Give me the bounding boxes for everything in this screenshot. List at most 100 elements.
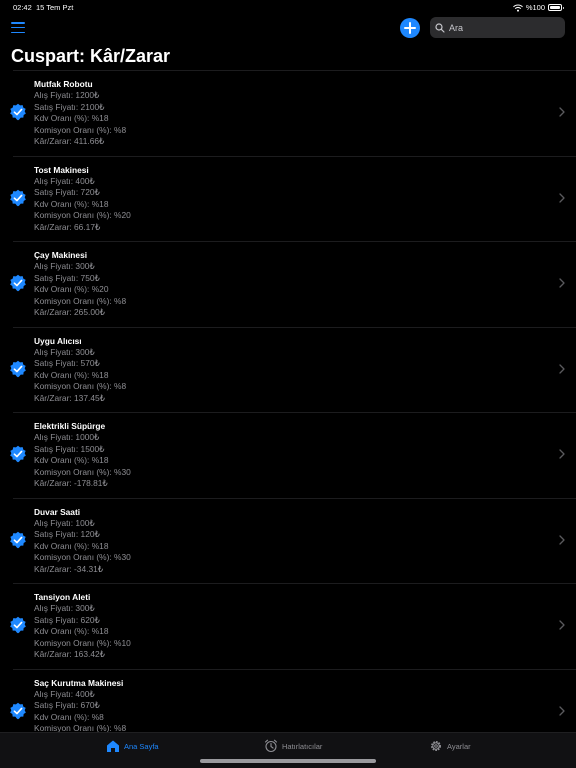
item-alis: Alış Fiyatı: 100₺ bbox=[34, 517, 95, 528]
search-bar[interactable] bbox=[430, 17, 565, 38]
item-alis: Alış Fiyatı: 300₺ bbox=[34, 346, 95, 357]
home-icon bbox=[107, 740, 119, 752]
item-name: Duvar Saati bbox=[34, 506, 81, 517]
item-details: Çay Makinesi Alış Fiyatı: 300₺ Satış Fiyat… bbox=[34, 250, 126, 318]
item-komisyon: Komisyon Oranı (%): %20 bbox=[34, 210, 131, 221]
chevron-right-icon bbox=[559, 192, 565, 203]
navigation-bar bbox=[0, 14, 576, 44]
item-name: Uygu Alıcısı bbox=[34, 335, 82, 346]
menu-icon-line bbox=[11, 26, 25, 29]
status-indicators: %100 bbox=[512, 3, 564, 12]
item-satis: Satış Fiyatı: 1500₺ bbox=[34, 443, 105, 454]
list-item[interactable]: Mutfak Robotu Alış Fiyatı: 1200₺ Satış Fiy… bbox=[0, 70, 576, 156]
item-komisyon: Komisyon Oranı (%): %10 bbox=[34, 637, 131, 648]
status-bar: 02:42 15 Tem Pzt %100 bbox=[0, 0, 576, 14]
tab-settings-label: Ayarlar bbox=[447, 741, 471, 751]
verified-badge-icon bbox=[10, 189, 26, 206]
item-alis: Alış Fiyatı: 400₺ bbox=[34, 175, 95, 186]
item-details: Tost Makinesi Alış Fiyatı: 400₺ Satış Fiya… bbox=[34, 165, 131, 233]
verified-badge-icon bbox=[10, 531, 26, 548]
item-kdv: Kdv Oranı (%): %18 bbox=[34, 198, 109, 209]
item-kdv: Kdv Oranı (%): %18 bbox=[34, 113, 109, 124]
item-kar: Kâr/Zarar: -178.81₺ bbox=[34, 478, 108, 489]
item-komisyon: Komisyon Oranı (%): %8 bbox=[34, 723, 127, 732]
item-details: Tansiyon Aleti Alış Fiyatı: 300₺ Satış Fiy… bbox=[34, 592, 131, 660]
list-item[interactable]: Tost Makinesi Alış Fiyatı: 400₺ Satış Fiya… bbox=[0, 155, 576, 242]
verified-badge-icon bbox=[10, 103, 26, 121]
item-name: Saç Kurutma Makinesi bbox=[34, 677, 124, 688]
item-kdv: Kdv Oranı (%): %18 bbox=[34, 455, 109, 466]
product-list: Mutfak Robotu Alış Fiyatı: 1200₺ Satış Fiy… bbox=[0, 70, 576, 732]
item-alis: Alış Fiyatı: 300₺ bbox=[34, 261, 95, 272]
item-satis: Satış Fiyatı: 720₺ bbox=[34, 187, 100, 198]
item-kar: Kâr/Zarar: 66.17₺ bbox=[34, 221, 101, 232]
verified-badge-icon bbox=[10, 274, 26, 292]
item-komisyon: Komisyon Oranı (%): %8 bbox=[34, 381, 127, 392]
item-kdv: Kdv Oranı (%): %8 bbox=[34, 711, 104, 722]
battery-percent: %100 bbox=[525, 3, 545, 12]
item-alis: Alış Fiyatı: 1000₺ bbox=[34, 432, 100, 443]
alarm-clock-icon bbox=[264, 739, 278, 753]
page-title: Cuspart: Kâr/Zarar bbox=[11, 46, 171, 66]
list-item[interactable]: Elektrikli Süpürge Alış Fiyatı: 1000₺ Satı… bbox=[0, 412, 576, 498]
item-komisyon: Komisyon Oranı (%): %8 bbox=[34, 295, 127, 306]
home-indicator bbox=[200, 759, 376, 763]
gear-icon bbox=[431, 741, 441, 751]
list-item[interactable]: Saç Kurutma Makinesi Alış Fiyatı: 400₺ Sat… bbox=[0, 668, 576, 733]
item-details: Duvar Saati Alış Fiyatı: 100₺ Satış Fiyatı… bbox=[34, 507, 131, 575]
item-kar: Kâr/Zarar: 137.45₺ bbox=[34, 392, 105, 403]
item-name: Tost Makinesi bbox=[34, 164, 89, 175]
verified-badge-icon bbox=[10, 616, 26, 634]
item-details: Uygu Alıcısı Alış Fiyatı: 300₺ Satış Fiyat… bbox=[34, 336, 126, 404]
list-item[interactable]: Uygu Alıcısı Alış Fiyatı: 300₺ Satış Fiyat… bbox=[0, 326, 576, 413]
item-komisyon: Komisyon Oranı (%): %30 bbox=[34, 466, 131, 477]
battery-icon bbox=[548, 4, 564, 11]
tab-home-label: Ana Sayfa bbox=[124, 741, 159, 751]
item-kdv: Kdv Oranı (%): %18 bbox=[34, 369, 109, 380]
item-satis: Satış Fiyatı: 670₺ bbox=[34, 700, 100, 711]
item-details: Elektrikli Süpürge Alış Fiyatı: 1000₺ Satı… bbox=[34, 421, 131, 489]
item-alis: Alış Fiyatı: 1200₺ bbox=[34, 90, 100, 101]
item-komisyon: Komisyon Oranı (%): %30 bbox=[34, 552, 131, 563]
chevron-right-icon bbox=[559, 278, 565, 288]
list-item[interactable]: Çay Makinesi Alış Fiyatı: 300₺ Satış Fiyat… bbox=[0, 241, 576, 327]
item-details: Saç Kurutma Makinesi Alış Fiyatı: 400₺ Sat… bbox=[34, 678, 126, 733]
chevron-right-icon bbox=[559, 107, 565, 117]
chevron-right-icon bbox=[559, 705, 565, 716]
verified-badge-icon bbox=[10, 702, 26, 719]
wifi-icon bbox=[512, 4, 523, 12]
item-kar: Kâr/Zarar: 163.42₺ bbox=[34, 649, 105, 660]
menu-icon-line bbox=[11, 31, 25, 34]
chevron-right-icon bbox=[559, 534, 565, 545]
item-kdv: Kdv Oranı (%): %20 bbox=[34, 284, 109, 295]
status-time: 02:42 15 Tem Pzt bbox=[13, 3, 73, 12]
item-satis: Satış Fiyatı: 620₺ bbox=[34, 614, 100, 625]
verified-badge-icon bbox=[10, 445, 26, 463]
item-satis: Satış Fiyatı: 120₺ bbox=[34, 529, 100, 540]
add-button[interactable] bbox=[400, 18, 420, 38]
menu-button[interactable] bbox=[11, 22, 25, 34]
search-input[interactable] bbox=[449, 22, 554, 33]
list-item[interactable]: Duvar Saati Alış Fiyatı: 100₺ Satış Fiyatı… bbox=[0, 497, 576, 584]
item-komisyon: Komisyon Oranı (%): %8 bbox=[34, 124, 127, 135]
list-item[interactable]: Tansiyon Aleti Alış Fiyatı: 300₺ Satış Fiy… bbox=[0, 583, 576, 669]
item-kar: Kâr/Zarar: -34.31₺ bbox=[34, 563, 104, 574]
plus-icon bbox=[404, 22, 416, 34]
tab-reminders[interactable]: Hatırlatıcılar bbox=[264, 739, 322, 753]
chevron-right-icon bbox=[559, 363, 565, 374]
chevron-right-icon bbox=[559, 449, 565, 459]
menu-icon-line bbox=[11, 22, 25, 24]
item-name: Çay Makinesi bbox=[34, 250, 88, 260]
status-clock: 02:42 bbox=[13, 3, 32, 12]
item-satis: Satış Fiyatı: 2100₺ bbox=[34, 101, 105, 112]
tab-home[interactable]: Ana Sayfa bbox=[106, 739, 159, 753]
item-kar: Kâr/Zarar: 265.00₺ bbox=[34, 307, 105, 318]
item-kdv: Kdv Oranı (%): %18 bbox=[34, 626, 109, 637]
tab-settings[interactable]: Ayarlar bbox=[429, 739, 471, 753]
item-kar: Kâr/Zarar: 411.66₺ bbox=[34, 136, 105, 147]
verified-badge-icon bbox=[10, 360, 26, 377]
item-alis: Alış Fiyatı: 300₺ bbox=[34, 603, 95, 614]
item-satis: Satış Fiyatı: 750₺ bbox=[34, 272, 100, 283]
tab-reminders-label: Hatırlatıcılar bbox=[282, 741, 323, 751]
item-satis: Satış Fiyatı: 570₺ bbox=[34, 358, 100, 369]
